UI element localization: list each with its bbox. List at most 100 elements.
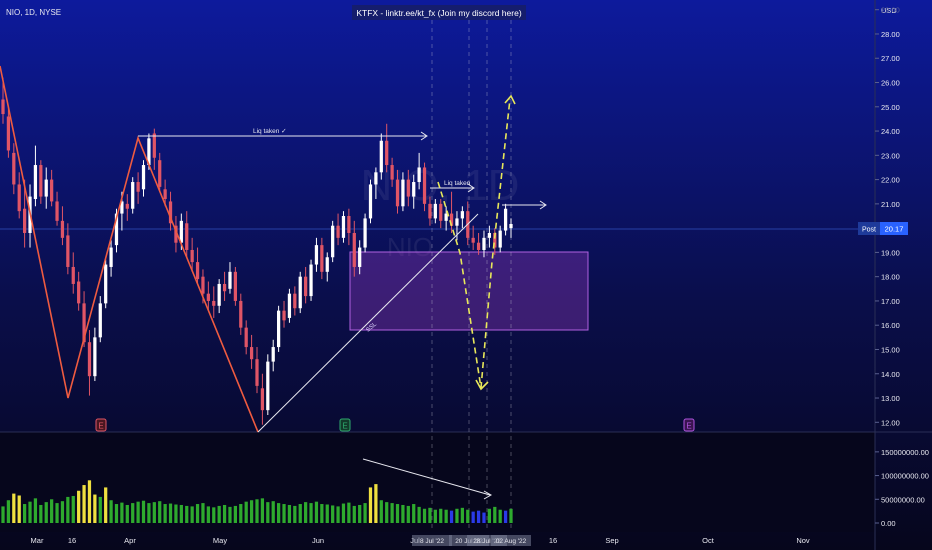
volume-bar[interactable] [152,502,156,523]
candle-body[interactable] [136,182,140,192]
volume-bar[interactable] [487,508,492,523]
candle-body[interactable] [487,232,492,238]
candle-body[interactable] [444,213,448,221]
volume-bar[interactable] [498,509,502,523]
volume-bar[interactable] [320,504,324,523]
candle-body[interactable] [352,232,356,267]
candle-body[interactable] [17,184,21,212]
volume-bar[interactable] [368,487,373,523]
candle-body[interactable] [44,179,48,197]
candle-body[interactable] [498,230,502,248]
candle-body[interactable] [152,133,156,158]
candle-body[interactable] [158,160,162,187]
volume-bar[interactable] [168,503,173,523]
volume-bar[interactable] [444,509,448,523]
candle-body[interactable] [66,235,70,267]
candle-body[interactable] [293,293,297,309]
volume-bar[interactable] [374,484,378,523]
candle-body[interactable] [476,242,481,250]
candle-body[interactable] [276,310,281,348]
candle-body[interactable] [71,266,75,284]
volume-bar[interactable] [44,502,48,523]
volume-bar[interactable] [314,501,319,523]
volume-bar[interactable] [201,503,205,523]
volume-bar[interactable] [147,503,151,523]
candle-body[interactable] [255,359,259,386]
candle-body[interactable] [433,203,437,219]
candle-body[interactable] [244,327,248,348]
volume-bar[interactable] [141,500,146,523]
candle-body[interactable] [314,245,319,265]
volume-bar[interactable] [466,509,470,523]
volume-bar[interactable] [422,508,427,523]
volume-bar[interactable] [325,504,329,523]
candle-body[interactable] [347,216,351,233]
volume-bar[interactable] [163,504,167,523]
candle-body[interactable] [260,388,265,411]
trading-chart[interactable]: NIO, 1D NIO SSL Liq taken ✓ Liq taken E … [0,0,932,550]
volume-bar[interactable] [455,508,459,523]
volume-bar[interactable] [60,501,65,523]
post-price-badge[interactable]: Post 20.17 [858,222,908,235]
volume-bar[interactable] [50,499,54,523]
volume-bar[interactable] [276,503,281,523]
candle-body[interactable] [1,99,5,115]
volume-bar[interactable] [379,500,383,523]
candle-body[interactable] [217,283,221,306]
volume-bar[interactable] [12,493,16,523]
candle-body[interactable] [412,182,416,197]
candle-body[interactable] [239,300,243,328]
candle-body[interactable] [109,247,113,267]
volume-bar[interactable] [185,505,189,523]
volume-bar[interactable] [471,511,475,523]
candle-body[interactable] [12,152,16,185]
volume-bar[interactable] [195,504,200,523]
volume-bar[interactable] [87,480,92,523]
candle-body[interactable] [428,203,432,219]
volume-bar[interactable] [395,504,400,523]
candle-body[interactable] [163,189,167,200]
volume-bar[interactable] [17,495,21,523]
volume-bar[interactable] [1,506,5,523]
candle-body[interactable] [422,167,427,204]
volume-bar[interactable] [304,502,308,523]
candle-body[interactable] [22,208,27,233]
volume-bar[interactable] [244,501,248,523]
candle-body[interactable] [482,237,486,250]
volume-bar[interactable] [449,510,454,523]
candle-body[interactable] [304,276,308,297]
earnings-marker-3[interactable]: E [683,418,695,432]
volume-bar[interactable] [136,501,140,523]
volume-bar[interactable] [460,507,464,523]
volume-bar[interactable] [390,503,394,523]
volume-bar[interactable] [71,495,75,523]
volume-bar[interactable] [174,504,178,523]
candle-body[interactable] [125,203,129,209]
candle-body[interactable] [341,216,346,238]
volume-bar[interactable] [509,508,513,523]
candle-body[interactable] [60,220,65,238]
candle-body[interactable] [77,281,81,304]
candle-body[interactable] [385,140,389,166]
candle-body[interactable] [336,225,340,238]
volume-bar[interactable] [282,504,286,523]
volume-bar[interactable] [331,505,335,523]
volume-bar[interactable] [217,505,221,523]
candle-body[interactable] [206,293,210,301]
volume-bar[interactable] [503,510,508,523]
volume-bar[interactable] [206,506,210,523]
candle-body[interactable] [93,337,97,377]
volume-bar[interactable] [476,510,481,523]
candle-body[interactable] [39,165,43,197]
candle-body[interactable] [228,271,232,289]
candle-body[interactable] [406,179,410,197]
volume-bar[interactable] [347,502,351,523]
volume-bar[interactable] [233,505,238,523]
earnings-marker-2[interactable]: E [339,418,351,432]
volume-bar[interactable] [120,502,124,523]
volume-bar[interactable] [266,502,270,523]
candle-body[interactable] [455,218,459,226]
candle-body[interactable] [363,218,367,248]
candle-body[interactable] [87,342,92,377]
candle-body[interactable] [309,264,313,297]
